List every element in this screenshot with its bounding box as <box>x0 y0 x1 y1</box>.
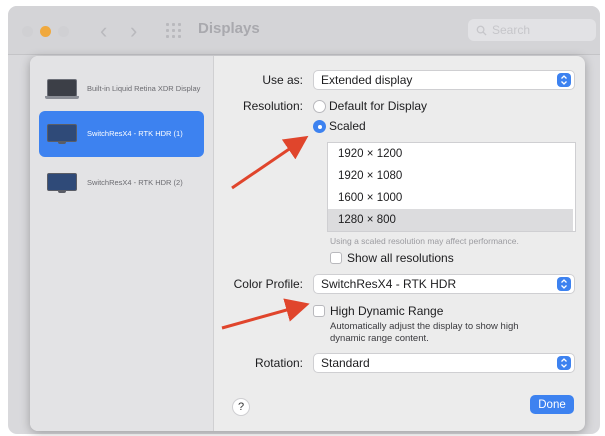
resolution-default-radio[interactable] <box>313 100 326 113</box>
resolution-scaled-radio[interactable] <box>313 120 326 133</box>
resolution-option[interactable]: 1600 × 1000 <box>328 187 573 209</box>
popup-stepper-icon <box>557 73 571 87</box>
resolution-option[interactable]: 1920 × 1080 <box>328 165 573 187</box>
laptop-icon <box>45 79 79 99</box>
sidebar-item-label: SwitchResX4 - RTK HDR (1) <box>87 129 183 138</box>
window-titlebar: ‹ › Displays Search <box>8 6 600 55</box>
resolution-label: Resolution: <box>242 99 303 113</box>
sidebar-item-label: SwitchResX4 - RTK HDR (2) <box>87 178 183 187</box>
resolution-default-label: Default for Display <box>329 99 428 113</box>
search-placeholder: Search <box>492 23 531 37</box>
done-button[interactable]: Done <box>530 395 574 414</box>
zoom-window-button[interactable] <box>58 26 69 37</box>
rotation-label: Rotation: <box>254 356 303 370</box>
minimize-window-button[interactable] <box>40 26 51 37</box>
use-as-value: Extended display <box>321 73 413 87</box>
monitor-icon <box>47 173 77 193</box>
scaled-performance-hint: Using a scaled resolution may affect per… <box>330 236 519 246</box>
popup-stepper-icon <box>557 277 571 291</box>
resolution-scaled-label: Scaled <box>329 119 366 133</box>
back-icon[interactable]: ‹ <box>100 18 107 44</box>
hdr-checkbox[interactable] <box>313 305 325 317</box>
sidebar-item-switchresx-2[interactable]: SwitchResX4 - RTK HDR (2) <box>39 160 204 206</box>
settings-pane: Use as: Extended display Resolution: Def… <box>214 56 585 431</box>
hdr-description-line-1: Automatically adjust the display to show… <box>330 321 519 332</box>
monitor-icon <box>47 124 77 144</box>
rotation-popup[interactable]: Standard <box>313 353 575 373</box>
window-title: Displays <box>198 20 260 37</box>
close-window-button[interactable] <box>22 26 33 37</box>
help-button[interactable]: ? <box>232 398 250 416</box>
sidebar-item-label: Built-in Liquid Retina XDR Display <box>87 84 201 93</box>
display-list-sidebar: Built-in Liquid Retina XDR Display Switc… <box>30 56 214 431</box>
display-settings-sheet: Built-in Liquid Retina XDR Display Switc… <box>30 56 585 431</box>
search-field[interactable]: Search <box>468 19 596 41</box>
forward-icon[interactable]: › <box>130 18 137 44</box>
use-as-label: Use as: <box>262 73 303 87</box>
rotation-value: Standard <box>321 356 370 370</box>
color-profile-value: SwitchResX4 - RTK HDR <box>321 277 457 291</box>
resolution-option[interactable]: 1920 × 1200 <box>328 143 573 165</box>
sidebar-item-builtin-display[interactable]: Built-in Liquid Retina XDR Display <box>39 66 204 112</box>
show-all-grid-icon[interactable] <box>166 23 181 38</box>
resolution-option-selected[interactable]: 1280 × 800 <box>328 209 573 231</box>
color-profile-label: Color Profile: <box>233 277 303 291</box>
show-all-resolutions-checkbox[interactable] <box>330 252 342 264</box>
color-profile-popup[interactable]: SwitchResX4 - RTK HDR <box>313 274 575 294</box>
sidebar-item-switchresx-1[interactable]: SwitchResX4 - RTK HDR (1) <box>39 111 204 157</box>
popup-stepper-icon <box>557 356 571 370</box>
show-all-resolutions-label: Show all resolutions <box>347 251 454 265</box>
resolution-list[interactable]: 1920 × 1200 1920 × 1080 1600 × 1000 1280… <box>327 142 576 232</box>
use-as-popup[interactable]: Extended display <box>313 70 575 90</box>
hdr-description-line-2: dynamic range content. <box>330 333 429 344</box>
search-icon <box>476 25 487 36</box>
hdr-label: High Dynamic Range <box>330 304 444 318</box>
